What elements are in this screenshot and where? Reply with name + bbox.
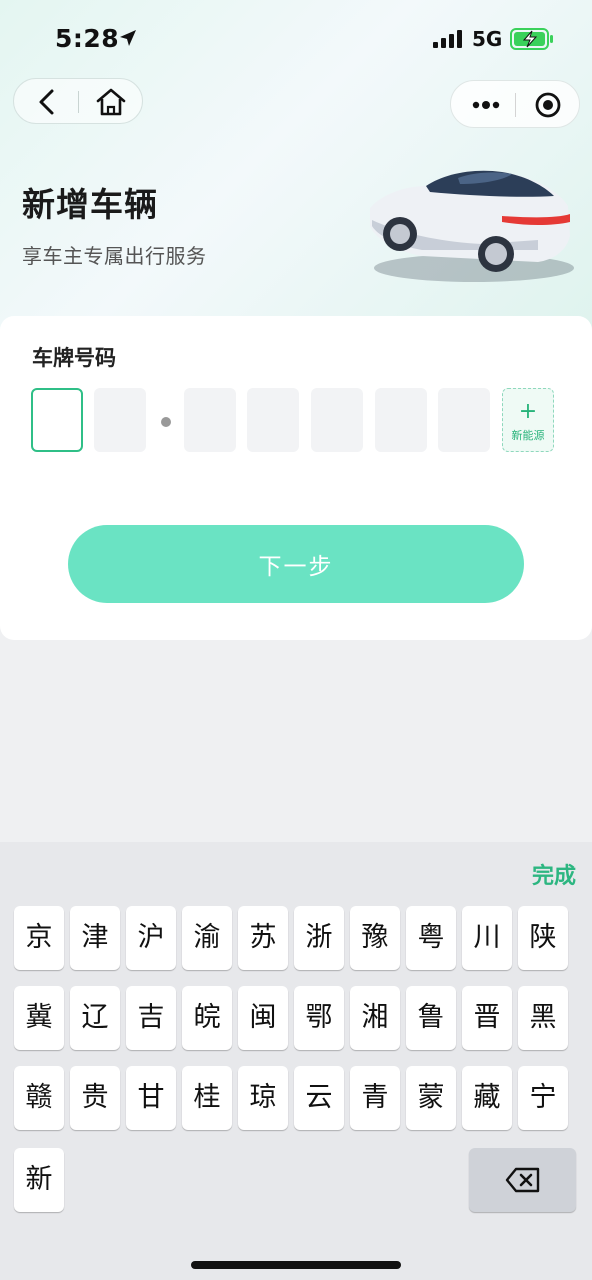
home-icon[interactable] bbox=[94, 87, 128, 117]
key-闽[interactable]: 闽 bbox=[238, 986, 288, 1050]
province-keyboard: 完成 京 津 沪 渝 苏 浙 豫 粤 川 陕 冀 辽 吉 皖 闽 鄂 湘 鲁 晋… bbox=[0, 842, 592, 1280]
network-type: 5G bbox=[472, 27, 503, 51]
key-鲁[interactable]: 鲁 bbox=[406, 986, 456, 1050]
plate-form-card: 车牌号码 + 新能源 下一步 bbox=[0, 316, 592, 640]
plate-slot-1[interactable] bbox=[31, 388, 83, 452]
key-浙[interactable]: 浙 bbox=[294, 906, 344, 970]
status-time: 5:28 bbox=[55, 24, 120, 53]
key-吉[interactable]: 吉 bbox=[126, 986, 176, 1050]
plate-label: 车牌号码 bbox=[32, 346, 116, 370]
key-青[interactable]: 青 bbox=[350, 1066, 400, 1130]
key-苏[interactable]: 苏 bbox=[238, 906, 288, 970]
key-辽[interactable]: 辽 bbox=[70, 986, 120, 1050]
key-桂[interactable]: 桂 bbox=[182, 1066, 232, 1130]
key-赣[interactable]: 赣 bbox=[14, 1066, 64, 1130]
back-icon[interactable] bbox=[32, 88, 62, 116]
key-蒙[interactable]: 蒙 bbox=[406, 1066, 456, 1130]
key-新[interactable]: 新 bbox=[14, 1148, 64, 1212]
more-icon[interactable] bbox=[469, 93, 503, 117]
new-energy-slot[interactable]: + 新能源 bbox=[502, 388, 554, 452]
key-晋[interactable]: 晋 bbox=[462, 986, 512, 1050]
key-湘[interactable]: 湘 bbox=[350, 986, 400, 1050]
status-bar: 5:28 5G bbox=[0, 0, 592, 80]
capsule-divider bbox=[515, 93, 516, 117]
key-宁[interactable]: 宁 bbox=[518, 1066, 568, 1130]
key-陕[interactable]: 陕 bbox=[518, 906, 568, 970]
backspace-key[interactable] bbox=[469, 1148, 576, 1212]
key-云[interactable]: 云 bbox=[294, 1066, 344, 1130]
key-川[interactable]: 川 bbox=[462, 906, 512, 970]
key-沪[interactable]: 沪 bbox=[126, 906, 176, 970]
page-title: 新增车辆 bbox=[22, 185, 158, 224]
miniapp-capsule bbox=[450, 80, 580, 128]
plate-slot-3[interactable] bbox=[184, 388, 236, 452]
key-京[interactable]: 京 bbox=[14, 906, 64, 970]
signal-icon bbox=[433, 30, 462, 48]
key-皖[interactable]: 皖 bbox=[182, 986, 232, 1050]
keyboard-done-button[interactable]: 完成 bbox=[532, 858, 576, 890]
key-鄂[interactable]: 鄂 bbox=[294, 986, 344, 1050]
close-circle-icon[interactable] bbox=[533, 91, 563, 119]
key-甘[interactable]: 甘 bbox=[126, 1066, 176, 1130]
key-黑[interactable]: 黑 bbox=[518, 986, 568, 1050]
next-step-button[interactable]: 下一步 bbox=[68, 525, 524, 603]
key-渝[interactable]: 渝 bbox=[182, 906, 232, 970]
home-indicator bbox=[191, 1261, 401, 1269]
backspace-icon bbox=[505, 1167, 540, 1193]
plate-separator-dot bbox=[161, 417, 171, 427]
plate-slot-4[interactable] bbox=[247, 388, 299, 452]
plate-slot-2[interactable] bbox=[94, 388, 146, 452]
key-冀[interactable]: 冀 bbox=[14, 986, 64, 1050]
page-subtitle: 享车主专属出行服务 bbox=[22, 244, 207, 268]
battery-charging-icon bbox=[510, 28, 553, 50]
nav-capsule bbox=[13, 78, 143, 124]
key-贵[interactable]: 贵 bbox=[70, 1066, 120, 1130]
key-津[interactable]: 津 bbox=[70, 906, 120, 970]
plate-slot-6[interactable] bbox=[375, 388, 427, 452]
plus-icon: + bbox=[518, 399, 538, 424]
nav-divider bbox=[78, 91, 79, 113]
key-琼[interactable]: 琼 bbox=[238, 1066, 288, 1130]
car-illustration bbox=[370, 170, 574, 282]
key-豫[interactable]: 豫 bbox=[350, 906, 400, 970]
plate-slot-7[interactable] bbox=[438, 388, 490, 452]
location-arrow-icon bbox=[120, 30, 136, 46]
plate-slot-5[interactable] bbox=[311, 388, 363, 452]
key-藏[interactable]: 藏 bbox=[462, 1066, 512, 1130]
new-energy-label: 新能源 bbox=[511, 429, 545, 442]
key-粤[interactable]: 粤 bbox=[406, 906, 456, 970]
